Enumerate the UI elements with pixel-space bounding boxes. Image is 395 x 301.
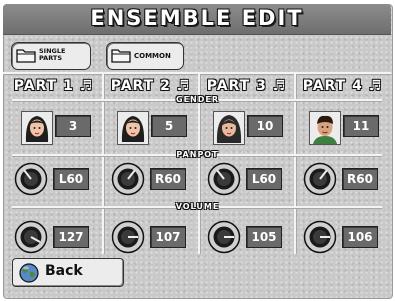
panpot-value[interactable]: R60: [342, 168, 378, 190]
part-2-label: PART 2 ♬: [110, 78, 191, 94]
female-face-icon[interactable]: [213, 111, 245, 145]
tab-label-line2: PARTS: [39, 54, 63, 62]
page-title: ENSEMBLE EDIT: [90, 6, 304, 30]
female-face-icon[interactable]: [117, 111, 149, 145]
tab-label: COMMON: [134, 52, 171, 60]
volume-value[interactable]: 127: [53, 226, 89, 248]
gender-value[interactable]: 5: [151, 115, 187, 137]
back-button[interactable]: Back: [12, 258, 124, 287]
male-face-icon[interactable]: [309, 111, 341, 145]
panpot-knob-icon[interactable]: [111, 162, 145, 196]
section-volume-label: VOLUME: [175, 202, 220, 211]
section-panpot-label: PANPOT: [176, 150, 219, 159]
back-button-label: Back: [45, 263, 83, 279]
panpot-value[interactable]: R60: [150, 168, 186, 190]
part-3-label: PART 3 ♬: [206, 78, 287, 94]
volume-knob-icon[interactable]: [111, 220, 145, 254]
globe-icon: [19, 263, 39, 283]
gender-value[interactable]: 10: [247, 115, 283, 137]
ensemble-edit-screen: ENSEMBLE EDIT SINGLE PARTS COMMON PART 1…: [0, 0, 395, 301]
gender-value[interactable]: 3: [55, 115, 91, 137]
gender-value[interactable]: 11: [343, 115, 379, 137]
volume-value[interactable]: 105: [246, 226, 282, 248]
folder-icon: [111, 49, 131, 63]
panpot-value[interactable]: L60: [246, 168, 282, 190]
tab-common[interactable]: COMMON: [106, 42, 184, 70]
tab-single-parts[interactable]: SINGLE PARTS: [11, 42, 91, 70]
panpot-knob-icon[interactable]: [303, 162, 337, 196]
volume-value[interactable]: 107: [150, 226, 186, 248]
panpot-knob-icon[interactable]: [14, 162, 48, 196]
panpot-value[interactable]: L60: [53, 168, 89, 190]
female-face-icon[interactable]: [21, 111, 53, 145]
part-4-label: PART 4 ♬: [302, 78, 383, 94]
divider: [3, 72, 391, 75]
volume-knob-icon[interactable]: [303, 220, 337, 254]
volume-knob-icon[interactable]: [14, 220, 48, 254]
section-gender-label: GENDER: [176, 95, 219, 104]
folder-icon: [16, 49, 36, 63]
panpot-knob-icon[interactable]: [207, 162, 241, 196]
volume-value[interactable]: 106: [342, 226, 378, 248]
part-1-label: PART 1 ♬: [13, 78, 94, 94]
title-bar: ENSEMBLE EDIT: [3, 4, 391, 35]
volume-knob-icon[interactable]: [207, 220, 241, 254]
